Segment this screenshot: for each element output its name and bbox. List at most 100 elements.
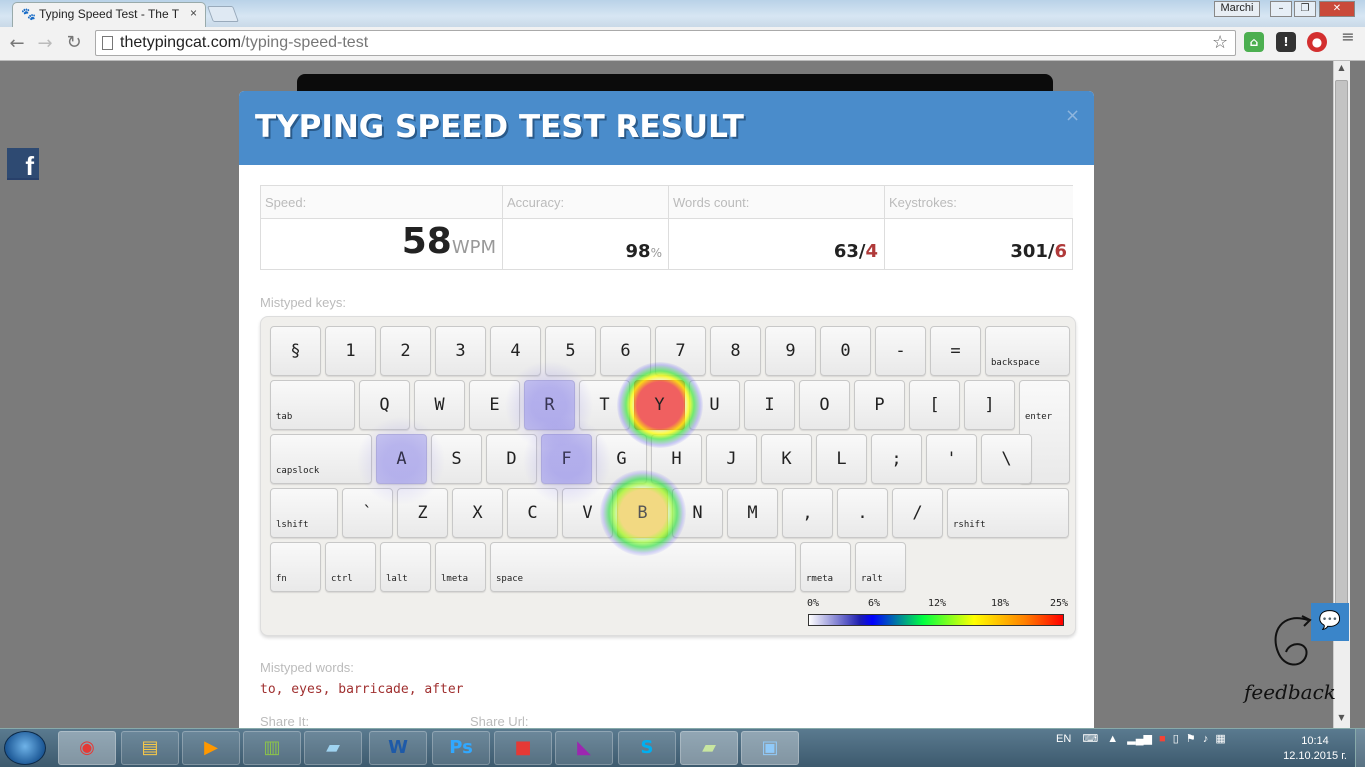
scroll-up-arrow-icon[interactable]: ▲	[1335, 63, 1348, 77]
key-section: §	[270, 326, 321, 376]
key-y: Y	[634, 380, 685, 430]
modal-close-icon[interactable]: ×	[1065, 105, 1080, 126]
system-tray: EN ⌨ ▲ ▂▄▆ ■ ▯ ⚑ ♪ ▦	[1056, 732, 1226, 745]
home-extension-icon[interactable]: ⌂	[1244, 32, 1264, 52]
page-viewport: f TYPING SPEED TEST RESULT × Speed: Accu…	[0, 61, 1350, 728]
tab-close-icon[interactable]: ×	[190, 6, 197, 20]
bookmark-star-icon[interactable]: ☆	[1212, 32, 1228, 53]
browser-tab[interactable]: 🐾 Typing Speed Test - The T ×	[12, 2, 206, 27]
scrollbar-thumb[interactable]	[1335, 80, 1348, 616]
show-desktop-button[interactable]	[1355, 729, 1365, 767]
word-taskbar-icon[interactable]: W	[369, 731, 427, 765]
chrome-taskbar-icon[interactable]: ◉	[58, 731, 116, 765]
key-comma: ,	[782, 488, 833, 538]
key-o: O	[799, 380, 850, 430]
flag-icon[interactable]: ⚑	[1186, 733, 1196, 745]
words-count-errors: 4	[865, 241, 878, 262]
start-button[interactable]	[4, 731, 46, 765]
address-bar[interactable]: thetypingcat.com/typing-speed-test	[95, 30, 1236, 56]
key-7: 7	[655, 326, 706, 376]
clock-date: 12.10.2015 г.	[1283, 750, 1347, 762]
key-semicolon: ;	[871, 434, 922, 484]
new-tab-button[interactable]	[207, 6, 239, 22]
legend-tick-25: 25%	[1050, 598, 1069, 609]
windows-app-taskbar-icon[interactable]: ■	[494, 731, 552, 765]
words-count-label: Words count:	[669, 186, 885, 219]
accuracy-label: Accuracy:	[503, 186, 669, 219]
paw-favicon-icon: 🐾	[21, 7, 36, 21]
chart-app-taskbar-icon[interactable]: ▥	[243, 731, 301, 765]
key-backspace: backspace	[985, 326, 1070, 376]
visual-studio-taskbar-icon[interactable]: ◣	[555, 731, 613, 765]
tray-expand-icon[interactable]: ▲	[1107, 733, 1118, 745]
network-icon[interactable]: ▂▄▆	[1127, 733, 1152, 745]
adblock-extension-icon[interactable]: ●	[1307, 32, 1327, 52]
key-lmeta: lmeta	[435, 542, 486, 592]
accuracy-unit: %	[650, 246, 662, 260]
key-backslash: \	[981, 434, 1032, 484]
key-v: V	[562, 488, 613, 538]
facebook-icon[interactable]: f	[7, 148, 39, 181]
key-f: F	[541, 434, 592, 484]
antivirus-icon[interactable]: ■	[1159, 733, 1166, 745]
legend-tick-18: 18%	[991, 598, 1010, 609]
key-g: G	[596, 434, 647, 484]
back-arrow-icon[interactable]: ←	[6, 33, 28, 54]
language-indicator[interactable]: EN	[1056, 733, 1071, 745]
keystrokes-value: 301/6	[885, 219, 1073, 270]
key-s: S	[431, 434, 482, 484]
speed-value: 58WPM	[261, 219, 503, 270]
words-count-value: 63/4	[669, 219, 885, 270]
menu-icon[interactable]: ≡	[1340, 29, 1356, 45]
key-lshift: lshift	[270, 488, 338, 538]
keyboard-heatmap: § 1 2 3 4 5 6 7 8 9 0 - = backspace tab …	[260, 316, 1076, 636]
key-3: 3	[435, 326, 486, 376]
mistyped-keys-label: Mistyped keys:	[260, 295, 346, 310]
key-capslock: capslock	[270, 434, 372, 484]
page-icon	[102, 36, 113, 50]
close-window-button[interactable]: ✕	[1319, 1, 1355, 17]
key-k: K	[761, 434, 812, 484]
key-w: W	[414, 380, 465, 430]
sticky-notes-taskbar-icon[interactable]: ▰	[680, 731, 738, 765]
stats-table: Speed: Accuracy: Words count: Keystrokes…	[260, 185, 1073, 270]
key-a: A	[376, 434, 427, 484]
keyboard-icon[interactable]: ⌨	[1082, 733, 1098, 745]
apps-icon[interactable]: ▦	[1215, 733, 1225, 745]
photo-viewer-taskbar-icon[interactable]: ▣	[741, 731, 799, 765]
modal-title: TYPING SPEED TEST RESULT	[255, 109, 744, 145]
skype-taskbar-icon[interactable]: S	[618, 731, 676, 765]
key-close-bracket: ]	[964, 380, 1015, 430]
clock[interactable]: 10:14 12.10.2015 г.	[1280, 734, 1350, 764]
profile-button[interactable]: Marchi	[1214, 1, 1260, 17]
feedback-link[interactable]: feedback	[1244, 680, 1336, 704]
tab-title: Typing Speed Test - The T	[39, 7, 180, 21]
key-period: .	[837, 488, 888, 538]
key-1: 1	[325, 326, 376, 376]
battery-icon[interactable]: ▯	[1173, 733, 1179, 745]
minimize-button[interactable]: –	[1270, 1, 1292, 17]
key-fn: fn	[270, 542, 321, 592]
key-d: D	[486, 434, 537, 484]
notes-taskbar-icon[interactable]: ▰	[304, 731, 362, 765]
keystrokes-errors: 6	[1054, 241, 1067, 262]
url-host: thetypingcat.com	[120, 34, 241, 51]
scroll-down-arrow-icon[interactable]: ▼	[1335, 713, 1348, 727]
photoshop-taskbar-icon[interactable]: Ps	[432, 731, 490, 765]
volume-icon[interactable]: ♪	[1203, 733, 1209, 745]
forward-arrow-icon[interactable]: →	[34, 33, 56, 54]
mistyped-words-list: to, eyes, barricade, after	[260, 682, 464, 697]
legend-tick-6: 6%	[868, 598, 881, 609]
reload-icon[interactable]: ↻	[63, 32, 85, 53]
explorer-taskbar-icon[interactable]: ▤	[121, 731, 179, 765]
media-player-taskbar-icon[interactable]: ▶	[182, 731, 240, 765]
key-r: R	[524, 380, 575, 430]
key-j: J	[706, 434, 757, 484]
key-b: B	[617, 488, 668, 538]
key-rmeta: rmeta	[800, 542, 851, 592]
heat-legend-bar	[808, 614, 1064, 626]
legend-tick-12: 12%	[928, 598, 947, 609]
key-minus: -	[875, 326, 926, 376]
maximize-button[interactable]: ❐	[1294, 1, 1316, 17]
extension-icon[interactable]: !	[1276, 32, 1296, 52]
